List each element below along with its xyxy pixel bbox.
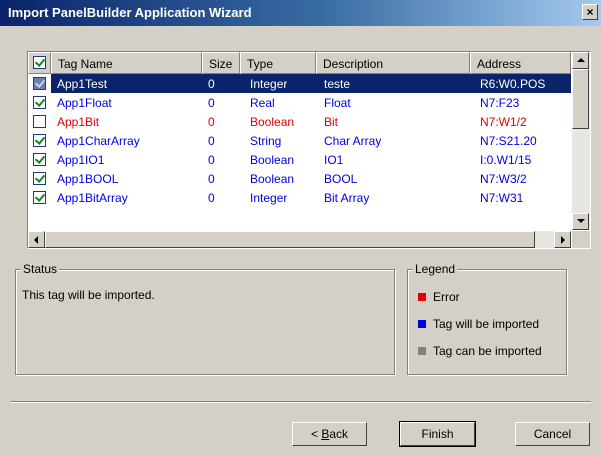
cell-type: Real — [250, 96, 275, 110]
table-row[interactable]: App1BitArray 0 Integer Bit Array N7:W31 — [28, 188, 571, 207]
cell-name: App1BOOL — [57, 172, 119, 186]
legend-swatch-can-import — [418, 347, 426, 355]
row-checkbox[interactable] — [33, 134, 46, 147]
table-row[interactable]: App1CharArray 0 String Char Array N7:S21.20 — [28, 131, 571, 150]
close-button[interactable]: × — [582, 4, 598, 20]
cell-size: 0 — [208, 153, 215, 167]
column-header-address[interactable]: Address — [470, 52, 571, 74]
cell-description: Float — [324, 96, 351, 110]
horizontal-scrollbar[interactable] — [28, 231, 571, 248]
row-checkbox[interactable] — [33, 96, 46, 109]
cell-description: Bit — [324, 115, 339, 129]
arrow-down-icon — [577, 219, 585, 223]
cell-description: BOOL — [324, 172, 358, 186]
arrow-up-icon — [577, 58, 585, 62]
table-row[interactable]: App1Test 0 Integer teste R6:W0.POS — [28, 74, 571, 93]
cell-address: N7:F23 — [480, 96, 520, 110]
legend-swatch-error — [418, 293, 426, 301]
cell-description: Char Array — [324, 134, 382, 148]
column-header-size[interactable]: Size — [202, 52, 240, 74]
horizontal-scroll-thumb[interactable] — [45, 231, 535, 248]
select-all-header[interactable] — [28, 52, 51, 74]
scrollbar-corner — [572, 231, 590, 248]
cell-name: App1Bit — [57, 115, 100, 129]
row-checkbox[interactable] — [33, 153, 46, 166]
table-row[interactable]: App1Float 0 Real Float N7:F23 — [28, 93, 571, 112]
cell-name: App1Float — [57, 96, 112, 110]
column-header-description[interactable]: Description — [316, 52, 470, 74]
cancel-button[interactable]: Cancel — [515, 422, 590, 446]
table-row[interactable]: App1IO1 0 Boolean IO1 I:0.W1/15 — [28, 150, 571, 169]
status-group: Status This tag will be imported. — [15, 262, 395, 375]
close-icon: × — [586, 5, 594, 19]
column-header-type[interactable]: Type — [240, 52, 316, 74]
cell-type: String — [250, 134, 282, 148]
scroll-down-button[interactable] — [572, 213, 589, 230]
tag-list[interactable]: Tag Name Size Type Description Address A… — [27, 51, 591, 249]
finish-button[interactable]: Finish — [399, 421, 476, 447]
cell-type: Boolean — [250, 172, 295, 186]
cell-description: IO1 — [324, 153, 344, 167]
cell-description: Bit Array — [324, 191, 370, 205]
status-text: This tag will be imported. — [22, 288, 155, 302]
legend-item-can-import: Tag can be imported — [418, 344, 542, 358]
title-bar: Import PanelBuilder Application Wizard × — [0, 0, 601, 26]
cell-name: App1CharArray — [57, 134, 140, 148]
legend-group: Legend Error Tag will be imported Tag ca… — [407, 262, 567, 375]
legend-swatch-will-import — [418, 320, 426, 328]
legend-label: Legend — [413, 262, 458, 276]
row-checkbox[interactable] — [33, 191, 46, 204]
cell-size: 0 — [208, 96, 215, 110]
cell-size: 0 — [208, 77, 215, 91]
table-row[interactable]: App1Bit 0 Boolean Bit N7:W1/2 — [28, 112, 571, 131]
cell-address: N7:S21.20 — [480, 134, 537, 148]
cell-name: App1Test — [57, 77, 108, 91]
select-all-checkbox[interactable] — [33, 56, 46, 69]
separator — [11, 401, 591, 403]
row-checkbox[interactable] — [33, 172, 46, 185]
row-checkbox[interactable] — [33, 115, 46, 128]
arrow-left-icon — [34, 236, 38, 244]
cell-address: R6:W0.POS — [480, 77, 546, 91]
cell-type: Boolean — [250, 115, 295, 129]
vertical-scrollbar[interactable] — [572, 52, 590, 230]
vertical-scroll-thumb[interactable] — [572, 69, 589, 129]
cell-type: Integer — [250, 77, 288, 91]
scroll-up-button[interactable] — [572, 52, 589, 69]
cell-type: Boolean — [250, 153, 295, 167]
cell-description: teste — [324, 77, 351, 91]
legend-item-will-import: Tag will be imported — [418, 317, 539, 331]
cell-size: 0 — [208, 134, 215, 148]
cell-address: N7:W31 — [480, 191, 524, 205]
cell-size: 0 — [208, 115, 215, 129]
back-button[interactable]: < Back — [292, 422, 367, 446]
scroll-right-button[interactable] — [554, 231, 571, 248]
arrow-right-icon — [561, 236, 565, 244]
cell-address: N7:W1/2 — [480, 115, 527, 129]
legend-item-error: Error — [418, 290, 460, 304]
cell-type: Integer — [250, 191, 288, 205]
row-checkbox[interactable] — [33, 77, 46, 90]
status-label: Status — [21, 262, 60, 276]
cell-size: 0 — [208, 172, 215, 186]
cell-name: App1BitArray — [57, 191, 128, 205]
table-row[interactable]: App1BOOL 0 Boolean BOOL N7:W3/2 — [28, 169, 571, 188]
cell-address: N7:W3/2 — [480, 172, 527, 186]
column-header-tag-name[interactable]: Tag Name — [51, 52, 202, 74]
table-header: Tag Name Size Type Description Address — [28, 52, 571, 74]
cell-size: 0 — [208, 191, 215, 205]
window-title: Import PanelBuilder Application Wizard — [8, 5, 252, 20]
cell-name: App1IO1 — [57, 153, 105, 167]
scroll-left-button[interactable] — [28, 231, 45, 248]
cell-address: I:0.W1/15 — [480, 153, 532, 167]
